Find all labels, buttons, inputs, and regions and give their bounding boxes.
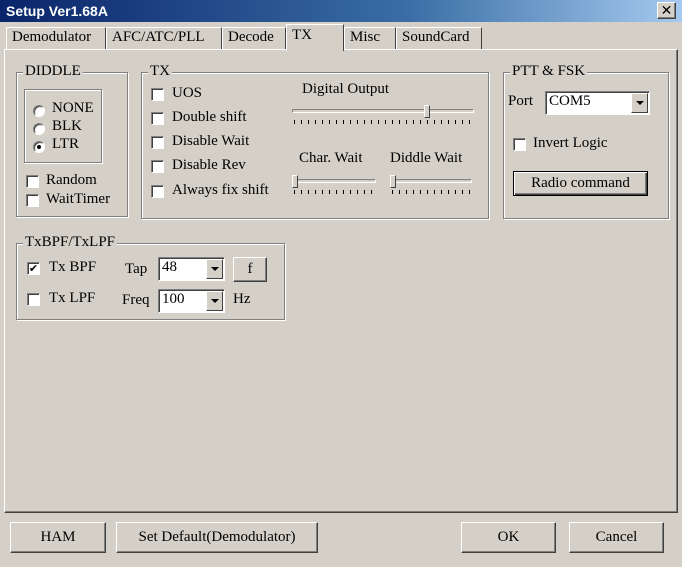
diddle-wait-slider[interactable] (390, 175, 472, 197)
char-wait-thumb[interactable] (292, 175, 298, 188)
tab-tx[interactable]: TX (286, 24, 344, 51)
ok-button[interactable]: OK (461, 522, 556, 553)
port-select[interactable]: COM5 (545, 91, 650, 115)
diddle-mode-box: NONE BLK LTR (24, 89, 102, 163)
always-fix-shift-checkbox[interactable] (151, 185, 164, 198)
char-wait-slider[interactable] (292, 175, 376, 197)
port-label: Port (508, 93, 534, 109)
diddle-wait-ticks (392, 190, 470, 194)
tab-misc[interactable]: Misc (344, 27, 396, 50)
diddle-wait-label: Diddle Wait (390, 150, 463, 166)
random-checkbox[interactable] (26, 175, 39, 188)
always-fix-shift-label: Always fix shift (172, 182, 269, 198)
disable-wait-checkbox[interactable] (151, 136, 164, 149)
freq-select[interactable]: 100 (158, 289, 225, 313)
waittimer-label: WaitTimer (46, 191, 111, 207)
title-bar: Setup Ver1.68A ✕ (0, 0, 682, 22)
disable-wait-label: Disable Wait (172, 133, 250, 149)
radio-ltr-label: LTR (52, 136, 79, 152)
waittimer-checkbox[interactable] (26, 194, 39, 207)
set-default-button[interactable]: Set Default(Demodulator) (116, 522, 318, 553)
invert-logic-checkbox[interactable] (513, 138, 526, 151)
txbpf-txlpf-group-title: TxBPF/TxLPF (23, 234, 118, 251)
tab-demodulator[interactable]: Demodulator (6, 27, 106, 50)
radio-none[interactable] (33, 105, 45, 117)
cancel-button[interactable]: Cancel (569, 522, 664, 553)
port-value: COM5 (549, 93, 591, 109)
radio-none-label: NONE (52, 100, 94, 116)
char-wait-ticks (294, 190, 374, 194)
filter-f-button[interactable]: f (233, 257, 267, 282)
radio-ltr[interactable] (33, 141, 45, 153)
diddle-wait-track (390, 179, 472, 183)
tx-group: TX UOS Double shift Disable Wait Disable… (141, 63, 489, 219)
hz-label: Hz (233, 291, 251, 307)
chevron-down-icon[interactable] (206, 291, 223, 311)
freq-value: 100 (162, 291, 185, 307)
ptt-fsk-group-title: PTT & FSK (510, 63, 588, 80)
tab-decode[interactable]: Decode (222, 27, 286, 50)
double-shift-label: Double shift (172, 109, 247, 125)
txbpf-txlpf-group: TxBPF/TxLPF ✔ Tx BPF Tap 48 f Tx LPF Fre… (16, 234, 285, 320)
radio-blk-label: BLK (52, 118, 82, 134)
digital-output-label: Digital Output (302, 81, 390, 97)
tx-group-title: TX (148, 63, 172, 80)
tab-afc-atc-pll[interactable]: AFC/ATC/PLL (106, 27, 222, 50)
tab-strip: Demodulator AFC/ATC/PLL Decode TX Misc S… (6, 24, 676, 51)
diddle-group: DIDDLE NONE BLK LTR Random WaitTimer (16, 63, 128, 217)
chevron-down-icon[interactable] (206, 259, 223, 279)
tx-bpf-checkbox[interactable]: ✔ (27, 262, 40, 275)
ham-button[interactable]: HAM (10, 522, 106, 553)
disable-rev-label: Disable Rev (172, 157, 246, 173)
digital-output-track (292, 109, 474, 113)
freq-label: Freq (122, 292, 150, 308)
digital-output-ticks (294, 120, 472, 124)
tx-lpf-label: Tx LPF (49, 290, 96, 306)
window-title: Setup Ver1.68A (6, 3, 108, 19)
disable-rev-checkbox[interactable] (151, 160, 164, 173)
double-shift-checkbox[interactable] (151, 112, 164, 125)
tab-soundcard[interactable]: SoundCard (396, 27, 482, 50)
random-label: Random (46, 172, 97, 188)
tx-bpf-label: Tx BPF (49, 259, 97, 275)
tx-lpf-checkbox[interactable] (27, 293, 40, 306)
char-wait-label: Char. Wait (299, 150, 363, 166)
radio-blk[interactable] (33, 123, 45, 135)
char-wait-track (292, 179, 376, 183)
digital-output-slider[interactable] (292, 105, 474, 127)
ptt-fsk-group: PTT & FSK Port COM5 Invert Logic Radio c… (503, 63, 669, 219)
chevron-down-icon[interactable] (631, 93, 648, 113)
invert-logic-label: Invert Logic (533, 135, 608, 151)
tap-value: 48 (162, 259, 177, 275)
uos-label: UOS (172, 85, 203, 101)
close-button[interactable]: ✕ (657, 2, 676, 19)
radio-command-button[interactable]: Radio command (513, 171, 648, 196)
digital-output-thumb[interactable] (424, 105, 430, 118)
tap-select[interactable]: 48 (158, 257, 225, 281)
diddle-wait-thumb[interactable] (390, 175, 396, 188)
diddle-group-title: DIDDLE (23, 63, 83, 80)
tap-label: Tap (125, 261, 148, 277)
uos-checkbox[interactable] (151, 88, 164, 101)
